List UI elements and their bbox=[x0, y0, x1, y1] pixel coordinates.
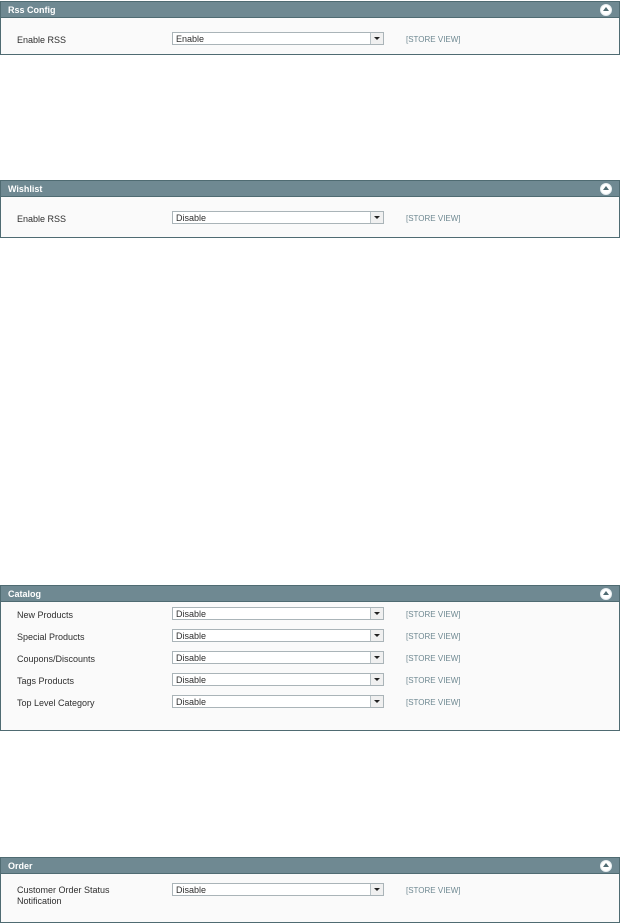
special-products-select[interactable]: Disable bbox=[172, 629, 384, 642]
config-row: Coupons/Discounts Disable [STORE VIEW] bbox=[1, 647, 619, 669]
chevron-down-icon[interactable] bbox=[370, 608, 383, 619]
field-label: Special Products bbox=[17, 632, 85, 642]
scope-label: [STORE VIEW] bbox=[406, 610, 461, 619]
catalog-header[interactable]: Catalog bbox=[1, 585, 619, 602]
field-label: Top Level Category bbox=[17, 698, 95, 708]
collapse-icon[interactable] bbox=[600, 860, 612, 872]
config-row: Tags Products Disable [STORE VIEW] bbox=[1, 669, 619, 691]
config-row: Customer Order Status Notification Disab… bbox=[1, 883, 619, 907]
order-header[interactable]: Order bbox=[1, 857, 619, 874]
config-row: New Products Disable [STORE VIEW] bbox=[1, 603, 619, 625]
scope-label: [STORE VIEW] bbox=[406, 654, 461, 663]
rss-config-section: Rss Config Enable RSS Enable [STORE VIEW… bbox=[0, 1, 620, 55]
scope-label: [STORE VIEW] bbox=[406, 698, 461, 707]
scope-label: [STORE VIEW] bbox=[406, 632, 461, 641]
new-products-select[interactable]: Disable bbox=[172, 607, 384, 620]
top-level-category-select[interactable]: Disable bbox=[172, 695, 384, 708]
config-row: Top Level Category Disable [STORE VIEW] bbox=[1, 691, 619, 713]
collapse-icon[interactable] bbox=[600, 4, 612, 16]
rss-config-header[interactable]: Rss Config bbox=[1, 1, 619, 18]
wishlist-enable-rss-select[interactable]: Disable bbox=[172, 211, 384, 224]
select-value: Disable bbox=[176, 213, 207, 223]
field-label-line-1: Customer Order Status bbox=[17, 885, 110, 895]
config-row: Special Products Disable [STORE VIEW] bbox=[1, 625, 619, 647]
select-value: Disable bbox=[176, 675, 207, 685]
field-label: Enable RSS bbox=[17, 214, 67, 224]
chevron-down-icon[interactable] bbox=[370, 652, 383, 663]
chevron-down-icon[interactable] bbox=[370, 696, 383, 707]
section-title: Catalog bbox=[8, 589, 42, 599]
config-row: Enable RSS Disable [STORE VIEW] bbox=[1, 207, 619, 229]
select-value: Disable bbox=[176, 885, 207, 895]
collapse-icon[interactable] bbox=[600, 588, 612, 600]
chevron-down-icon[interactable] bbox=[370, 674, 383, 685]
select-value: Disable bbox=[176, 631, 207, 641]
field-label: Enable RSS bbox=[17, 35, 67, 45]
field-label: New Products bbox=[17, 610, 74, 620]
wishlist-section: Wishlist Enable RSS Disable [STORE VIEW] bbox=[0, 180, 620, 238]
chevron-down-icon[interactable] bbox=[370, 33, 383, 44]
section-title: Wishlist bbox=[8, 184, 43, 194]
section-title: Order bbox=[8, 861, 33, 871]
field-label: Coupons/Discounts bbox=[17, 654, 96, 664]
section-title: Rss Config bbox=[8, 5, 56, 15]
select-value: Disable bbox=[176, 653, 207, 663]
chevron-down-icon[interactable] bbox=[370, 630, 383, 641]
select-value: Disable bbox=[176, 697, 207, 707]
coupons-discounts-select[interactable]: Disable bbox=[172, 651, 384, 664]
field-label-line-2: Notification bbox=[17, 896, 62, 906]
chevron-down-icon[interactable] bbox=[370, 212, 383, 223]
select-value: Enable bbox=[176, 34, 205, 44]
chevron-down-icon[interactable] bbox=[370, 884, 383, 895]
tags-products-select[interactable]: Disable bbox=[172, 673, 384, 686]
field-label: Tags Products bbox=[17, 676, 75, 686]
config-row: Enable RSS Enable [STORE VIEW] bbox=[1, 28, 619, 50]
select-value: Disable bbox=[176, 609, 207, 619]
wishlist-header[interactable]: Wishlist bbox=[1, 180, 619, 197]
scope-label: [STORE VIEW] bbox=[406, 214, 461, 223]
scope-label: [STORE VIEW] bbox=[406, 35, 461, 44]
enable-rss-select[interactable]: Enable bbox=[172, 32, 384, 45]
order-section: Order Customer Order Status Notification… bbox=[0, 857, 620, 923]
scope-label: [STORE VIEW] bbox=[406, 676, 461, 685]
order-status-notification-select[interactable]: Disable bbox=[172, 883, 384, 896]
catalog-section: Catalog New Products Disable [STORE VIEW… bbox=[0, 585, 620, 731]
collapse-icon[interactable] bbox=[600, 183, 612, 195]
field-label: Customer Order Status Notification bbox=[17, 885, 110, 907]
scope-label: [STORE VIEW] bbox=[406, 886, 461, 895]
